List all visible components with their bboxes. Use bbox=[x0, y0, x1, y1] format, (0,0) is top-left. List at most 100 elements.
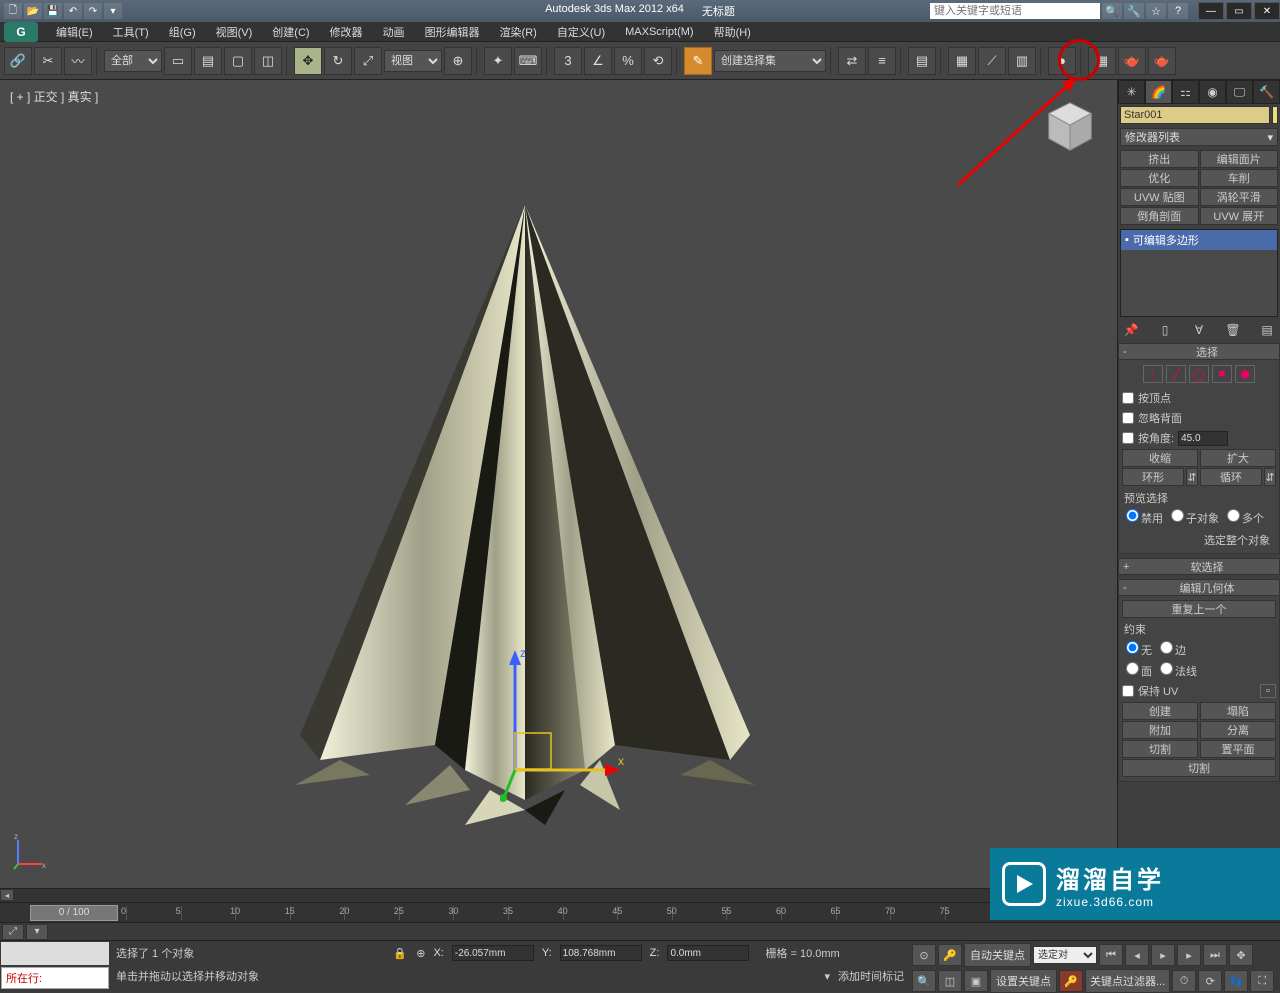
trackbar-filter-icon[interactable]: ▾ bbox=[26, 924, 48, 940]
play-icon[interactable]: ▸ bbox=[1151, 944, 1175, 966]
prev-frame-icon[interactable]: ◂ bbox=[1125, 944, 1149, 966]
preview-disable-radio[interactable] bbox=[1126, 509, 1139, 522]
app-menu-icon[interactable]: G bbox=[4, 22, 38, 42]
mod-bevel-profile-button[interactable]: 倒角剖面 bbox=[1120, 207, 1199, 225]
object-name-input[interactable] bbox=[1120, 106, 1270, 124]
mod-edit-patch-button[interactable]: 编辑面片 bbox=[1200, 150, 1279, 168]
time-tag-icon[interactable]: ▾ bbox=[824, 970, 830, 983]
curve-editor-icon[interactable]: ⟋ bbox=[978, 47, 1006, 75]
tab-hierarchy-icon[interactable]: ⚏ bbox=[1172, 80, 1199, 104]
new-icon[interactable]: 🗋 bbox=[4, 3, 22, 19]
attach-button[interactable]: 附加 bbox=[1122, 721, 1198, 739]
ignore-backfacing-checkbox[interactable] bbox=[1122, 412, 1134, 424]
rollout-selection-header[interactable]: -选择 bbox=[1118, 343, 1280, 360]
render-setup-icon[interactable]: ▦ bbox=[1088, 47, 1116, 75]
mirror-icon[interactable]: ⇄ bbox=[838, 47, 866, 75]
constraint-normal-radio[interactable] bbox=[1160, 662, 1173, 675]
material-editor-icon[interactable]: ● bbox=[1048, 47, 1076, 75]
by-angle-checkbox[interactable] bbox=[1122, 432, 1134, 444]
preserve-uv-checkbox[interactable] bbox=[1122, 685, 1134, 697]
isolate-icon[interactable]: ⊙ bbox=[912, 944, 936, 966]
bind-space-warp-icon[interactable]: 〰 bbox=[64, 47, 92, 75]
save-icon[interactable]: 💾 bbox=[44, 3, 62, 19]
mod-lathe-button[interactable]: 车削 bbox=[1200, 169, 1279, 187]
snap-3d-icon[interactable]: 3 bbox=[554, 47, 582, 75]
add-time-tag-label[interactable]: 添加时间标记 bbox=[838, 968, 904, 984]
nav-walk-icon[interactable]: 👣 bbox=[1224, 970, 1248, 992]
open-icon[interactable]: 📂 bbox=[24, 3, 42, 19]
constraint-face-radio[interactable] bbox=[1126, 662, 1139, 675]
scale-icon[interactable]: ⤢ bbox=[354, 47, 382, 75]
angle-snap-icon[interactable]: ∠ bbox=[584, 47, 612, 75]
named-selection-dropdown[interactable]: 创建选择集 bbox=[714, 50, 826, 72]
lock-selection-icon[interactable]: 🔒 bbox=[392, 945, 408, 961]
use-pivot-center-icon[interactable]: ⊕ bbox=[444, 47, 472, 75]
by-angle-spinner[interactable] bbox=[1178, 431, 1228, 446]
menu-create[interactable]: 创建(C) bbox=[262, 21, 319, 43]
menu-render[interactable]: 渲染(R) bbox=[490, 21, 547, 43]
object-color-swatch[interactable] bbox=[1272, 106, 1278, 124]
mod-turbosmooth-button[interactable]: 涡轮平滑 bbox=[1200, 188, 1279, 206]
edit-named-sel-icon[interactable]: ✎ bbox=[684, 47, 712, 75]
tab-utilities-icon[interactable]: 🔨 bbox=[1253, 80, 1280, 104]
cut-button[interactable]: 切割 bbox=[1122, 759, 1276, 777]
menu-views[interactable]: 视图(V) bbox=[206, 21, 263, 43]
percent-snap-icon[interactable]: % bbox=[614, 47, 642, 75]
menu-maxscript[interactable]: MAXScript(M) bbox=[615, 23, 703, 41]
redo-icon[interactable]: ↷ bbox=[84, 3, 102, 19]
menu-graph-editors[interactable]: 图形编辑器 bbox=[415, 21, 490, 43]
y-coord-input[interactable] bbox=[560, 945, 642, 961]
track-bar[interactable]: ⤢ ▾ bbox=[0, 922, 1280, 940]
qat-dropdown-icon[interactable]: ▾ bbox=[104, 3, 122, 19]
graphite-ribbon-icon[interactable]: ▦ bbox=[948, 47, 976, 75]
auto-key-button[interactable]: 自动关键点 bbox=[964, 943, 1031, 967]
unlink-icon[interactable]: ✂ bbox=[34, 47, 62, 75]
coord-display-icon[interactable]: ⊕ bbox=[416, 947, 425, 960]
close-button[interactable]: ✕ bbox=[1254, 2, 1280, 20]
expand-icon[interactable]: ▪ bbox=[1125, 234, 1129, 246]
search-icon[interactable]: 🔍 bbox=[1102, 3, 1122, 19]
nav-orbit-icon[interactable]: ⟳ bbox=[1198, 970, 1222, 992]
macro-recorder-field[interactable]: 所在行: bbox=[1, 967, 109, 989]
select-by-name-icon[interactable]: ▤ bbox=[194, 47, 222, 75]
loop-spinner-icon[interactable]: ⇵ bbox=[1264, 468, 1276, 486]
nav-max-viewport-icon[interactable]: ⛶ bbox=[1250, 970, 1274, 992]
link-icon[interactable]: 🔗 bbox=[4, 47, 32, 75]
render-production-icon[interactable]: 🫖 bbox=[1148, 47, 1176, 75]
menu-edit[interactable]: 编辑(E) bbox=[46, 21, 103, 43]
nav-pan-icon[interactable]: ✥ bbox=[1229, 944, 1253, 966]
selection-filter-dropdown[interactable]: 全部 bbox=[104, 50, 162, 72]
so-polygon-icon[interactable]: ■ bbox=[1212, 365, 1232, 383]
schematic-view-icon[interactable]: ▥ bbox=[1008, 47, 1036, 75]
so-edge-icon[interactable]: ╱ bbox=[1166, 365, 1186, 383]
time-slider-thumb[interactable]: 0 / 100 bbox=[30, 905, 118, 921]
menu-help[interactable]: 帮助(H) bbox=[704, 21, 761, 43]
rendered-frame-icon[interactable]: 🫖 bbox=[1118, 47, 1146, 75]
help-search-input[interactable] bbox=[930, 3, 1100, 19]
tab-create-icon[interactable]: ✳ bbox=[1118, 80, 1145, 104]
minimize-button[interactable]: — bbox=[1198, 2, 1224, 20]
detach-button[interactable]: 分离 bbox=[1200, 721, 1276, 739]
stack-item-editable-poly[interactable]: ▪ 可编辑多边形 bbox=[1121, 230, 1277, 250]
manipulate-icon[interactable]: ✦ bbox=[484, 47, 512, 75]
tab-motion-icon[interactable]: ◉ bbox=[1199, 80, 1226, 104]
repeat-last-button[interactable]: 重复上一个 bbox=[1122, 600, 1276, 618]
modifier-stack[interactable]: ▪ 可编辑多边形 bbox=[1120, 229, 1278, 317]
nav-fov-icon[interactable]: ◫ bbox=[938, 970, 962, 992]
rollout-soft-selection-header[interactable]: +软选择 bbox=[1118, 558, 1280, 575]
mod-extrude-button[interactable]: 挤出 bbox=[1120, 150, 1199, 168]
spinner-snap-icon[interactable]: ⟲ bbox=[644, 47, 672, 75]
mod-unwrap-uvw-button[interactable]: UVW 展开 bbox=[1200, 207, 1279, 225]
undo-icon[interactable]: ↶ bbox=[64, 3, 82, 19]
make-unique-icon[interactable]: ∀ bbox=[1190, 322, 1208, 338]
key-mode-dropdown[interactable]: 选定对 bbox=[1033, 946, 1097, 964]
ring-button[interactable]: 环形 bbox=[1122, 468, 1184, 486]
goto-end-icon[interactable]: ⏭ bbox=[1203, 944, 1227, 966]
viewcube[interactable] bbox=[1041, 98, 1099, 156]
nav-zoom-icon[interactable]: 🔍 bbox=[912, 970, 936, 992]
selection-lock-icon[interactable]: 🔑 bbox=[938, 944, 962, 966]
layer-manager-icon[interactable]: ▤ bbox=[908, 47, 936, 75]
tab-modify-icon[interactable]: 🌈 bbox=[1145, 80, 1172, 104]
trackbar-open-icon[interactable]: ⤢ bbox=[2, 924, 24, 940]
help-icon[interactable]: ? bbox=[1168, 3, 1188, 19]
